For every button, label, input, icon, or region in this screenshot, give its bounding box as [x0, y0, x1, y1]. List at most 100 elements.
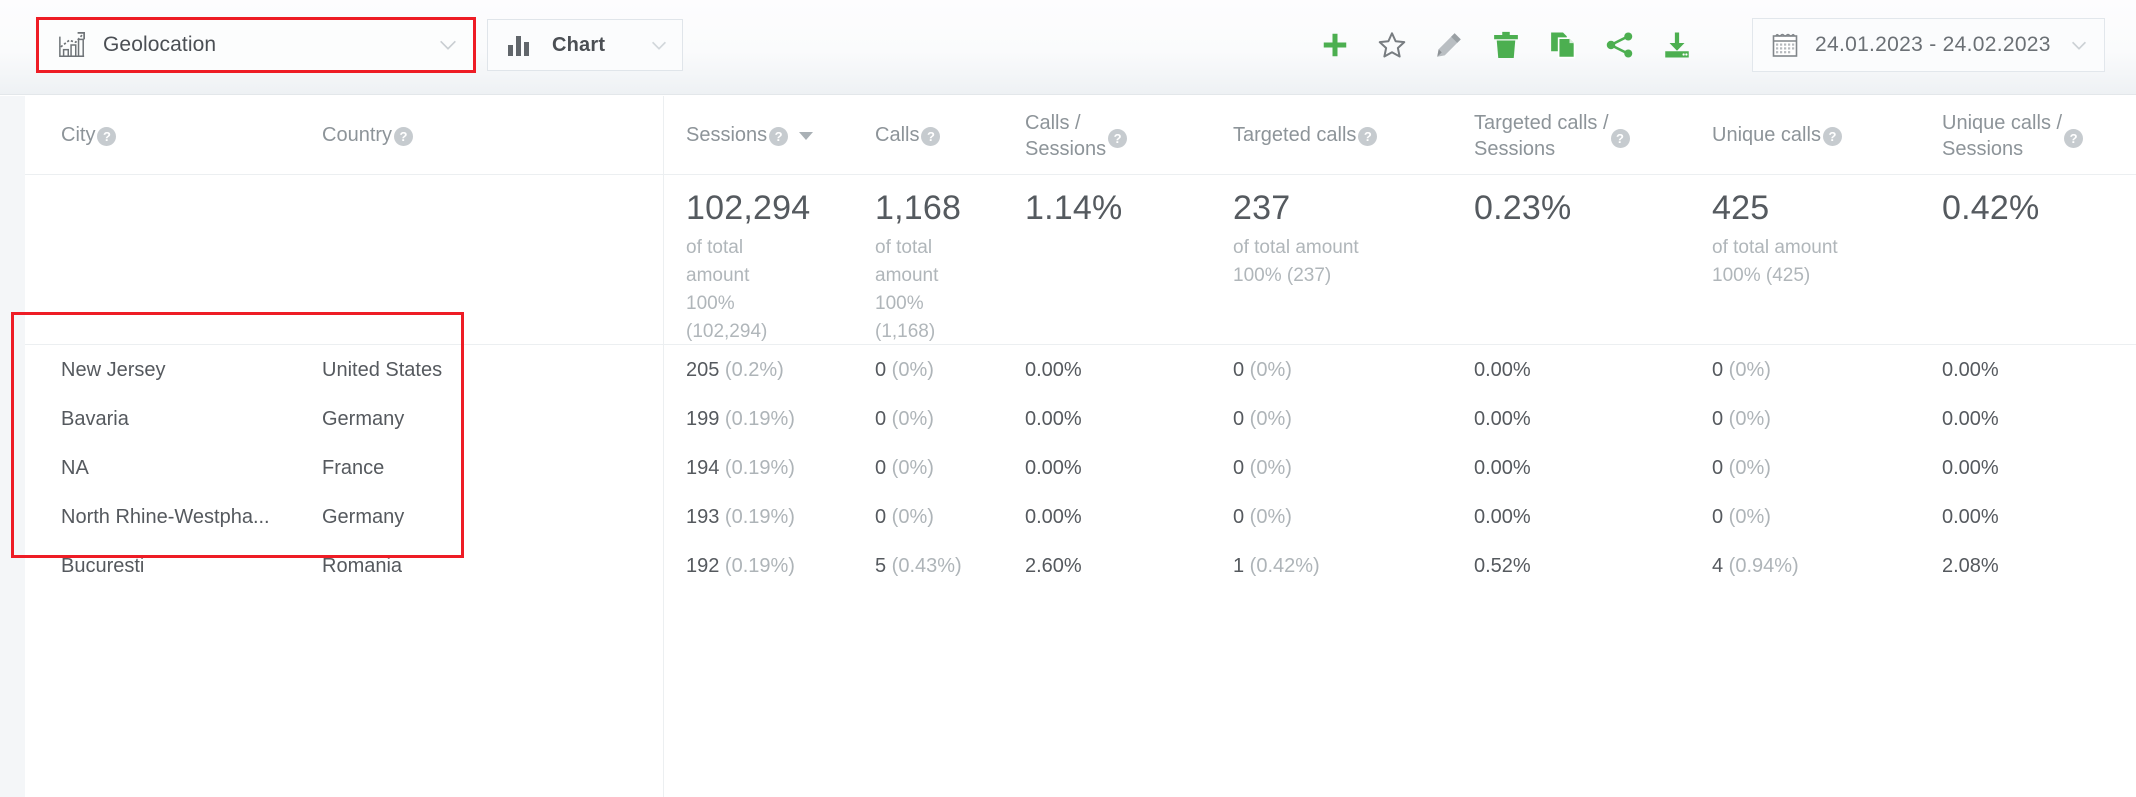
- download-icon[interactable]: [1662, 30, 1692, 60]
- cell-city[interactable]: Bucuresti: [61, 542, 144, 591]
- cell-value: 0: [875, 457, 887, 479]
- cell-sessions: 193 (0.19%): [686, 493, 795, 542]
- cell-value: 199: [686, 408, 720, 430]
- chevron-down-icon[interactable]: [648, 34, 670, 56]
- cell-country[interactable]: Germany: [322, 493, 404, 542]
- help-icon[interactable]: ?: [1610, 129, 1630, 148]
- cell-value: 0.00%: [1474, 506, 1531, 528]
- column-header-calls_sessions[interactable]: Calls / Sessions?: [1025, 110, 1128, 162]
- cell-targeted_sessions: 0.00%: [1474, 444, 1531, 493]
- view-type-select[interactable]: Chart: [487, 19, 683, 71]
- help-icon[interactable]: ?: [2064, 129, 2084, 148]
- cell-value: 1: [1233, 555, 1245, 577]
- help-icon[interactable]: ?: [1822, 127, 1842, 146]
- add-icon[interactable]: [1320, 30, 1350, 60]
- table-row[interactable]: New Jersey United States 205 (0.2%) 0 (0%) 0…: [25, 346, 2136, 395]
- cell-calls_sessions: 0.00%: [1025, 395, 1082, 444]
- chevron-down-icon[interactable]: [2068, 34, 2090, 56]
- cell-unique_sessions: 0.00%: [1942, 444, 1999, 493]
- cell-calls_sessions: 0.00%: [1025, 493, 1082, 542]
- cell-country[interactable]: France: [322, 444, 384, 493]
- trash-icon[interactable]: [1491, 30, 1521, 60]
- totals-value: 237: [1233, 189, 1291, 227]
- column-header-targeted_sessions[interactable]: Targeted calls / Sessions?: [1474, 110, 1630, 162]
- cell-unique_calls: 0 (0%): [1712, 444, 1771, 493]
- help-icon[interactable]: ?: [1358, 127, 1378, 146]
- cell-unique_sessions: 0.00%: [1942, 346, 1999, 395]
- cell-percent: (0%): [1244, 359, 1292, 381]
- cell-percent: (0%): [1244, 408, 1292, 430]
- cell-city[interactable]: Bavaria: [61, 395, 129, 444]
- chevron-down-icon[interactable]: [437, 34, 459, 56]
- totals-cell-sessions: 102,294 of total amount 100% (102,294): [686, 188, 861, 346]
- cell-targeted_calls: 0 (0%): [1233, 493, 1292, 542]
- cell-calls: 5 (0.43%): [875, 542, 962, 591]
- totals-value: 102,294: [686, 189, 811, 227]
- cell-value: 5: [875, 555, 887, 577]
- help-icon[interactable]: ?: [97, 127, 117, 146]
- dimension-select[interactable]: Geolocation: [36, 17, 476, 73]
- cell-value: 0: [1712, 359, 1724, 381]
- cell-percent: (0.43%): [886, 555, 962, 577]
- column-header-city[interactable]: City?: [61, 122, 117, 148]
- totals-subtext: of total amount 100% (425): [1712, 237, 1838, 286]
- totals-cell-unique_sessions: 0.42%: [1942, 188, 2117, 228]
- column-header-unique_calls[interactable]: Unique calls?: [1712, 122, 1842, 148]
- cell-value: 0.00%: [1025, 506, 1082, 528]
- column-header-label: Targeted calls: [1233, 124, 1357, 146]
- totals-cell-targeted_calls: 237 of total amount 100% (237): [1233, 188, 1408, 290]
- cell-percent: (0%): [886, 408, 934, 430]
- totals-subtext: of total amount 100% (1,168): [875, 237, 939, 342]
- table-row[interactable]: NA France 194 (0.19%) 0 (0%) 0.00% 0 (0%) 0.00…: [25, 444, 2136, 493]
- cell-percent: (0.19%): [719, 506, 795, 528]
- left-gutter: [0, 96, 25, 797]
- cell-percent: (0%): [1723, 408, 1771, 430]
- cell-percent: (0%): [1244, 457, 1292, 479]
- totals-value: 0.42%: [1942, 189, 2040, 227]
- cell-value: 0: [1712, 457, 1724, 479]
- cell-value: 0.00%: [1942, 457, 1999, 479]
- column-header-targeted_calls[interactable]: Targeted calls?: [1233, 122, 1378, 148]
- cell-value: 0: [875, 408, 887, 430]
- cell-country[interactable]: United States: [322, 346, 442, 395]
- cell-city[interactable]: NA: [61, 444, 89, 493]
- help-icon[interactable]: ?: [921, 127, 941, 146]
- cell-city[interactable]: New Jersey: [61, 346, 165, 395]
- help-icon[interactable]: ?: [394, 127, 414, 146]
- cell-value: 0: [1233, 506, 1245, 528]
- column-header-country[interactable]: Country?: [322, 122, 414, 148]
- sort-desc-icon[interactable]: [799, 132, 814, 140]
- column-header-unique_sessions[interactable]: Unique calls / Sessions?: [1942, 110, 2084, 162]
- cell-percent: (0.19%): [719, 408, 795, 430]
- cell-city[interactable]: North Rhine-Westpha...: [61, 493, 270, 542]
- cell-value: 0: [875, 506, 887, 528]
- cell-unique_calls: 0 (0%): [1712, 493, 1771, 542]
- column-header-sessions[interactable]: Sessions?: [686, 122, 814, 148]
- cell-targeted_calls: 0 (0%): [1233, 395, 1292, 444]
- pencil-icon[interactable]: [1434, 30, 1464, 60]
- cell-unique_sessions: 0.00%: [1942, 395, 1999, 444]
- table-row[interactable]: North Rhine-Westpha... Germany 193 (0.19%)…: [25, 493, 2136, 542]
- help-icon[interactable]: ?: [769, 127, 789, 146]
- date-range-picker[interactable]: 24.01.2023 - 24.02.2023: [1752, 18, 2105, 72]
- action-toolbar: [1320, 30, 1692, 60]
- column-header-label: Unique calls / Sessions: [1942, 112, 2063, 160]
- cell-percent: (0%): [1244, 506, 1292, 528]
- table-row[interactable]: Bucuresti Romania 192 (0.19%) 5 (0.43%) 2.60…: [25, 542, 2136, 591]
- help-icon[interactable]: ?: [1108, 129, 1128, 148]
- cell-percent: (0%): [886, 359, 934, 381]
- cell-value: 0: [875, 359, 887, 381]
- table-row[interactable]: Bavaria Germany 199 (0.19%) 0 (0%) 0.00% 0 (0…: [25, 395, 2136, 444]
- totals-cell-calls: 1,168 of total amount 100% (1,168): [875, 188, 1050, 346]
- cell-sessions: 199 (0.19%): [686, 395, 795, 444]
- table-totals-row: 102,294 of total amount 100% (102,294) 1,1…: [25, 176, 2136, 345]
- cell-country[interactable]: Romania: [322, 542, 402, 591]
- column-header-label: Sessions: [686, 124, 768, 146]
- share-icon[interactable]: [1605, 30, 1635, 60]
- cell-calls: 0 (0%): [875, 346, 934, 395]
- totals-subtext: of total amount 100% (102,294): [686, 237, 768, 342]
- star-icon[interactable]: [1377, 30, 1407, 60]
- duplicate-icon[interactable]: [1548, 30, 1578, 60]
- column-header-calls[interactable]: Calls?: [875, 122, 941, 148]
- cell-country[interactable]: Germany: [322, 395, 404, 444]
